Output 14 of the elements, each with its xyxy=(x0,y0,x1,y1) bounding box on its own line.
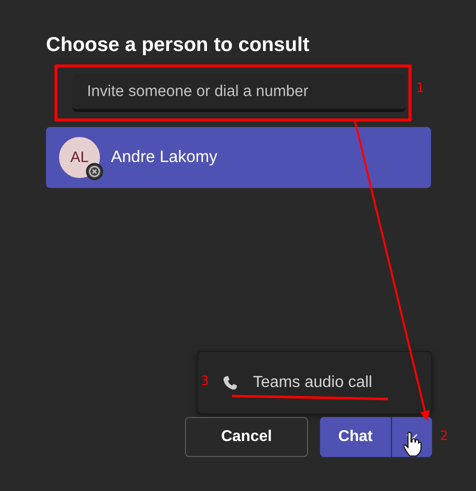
chevron-icon xyxy=(406,433,418,441)
person-name: Andre Lakomy xyxy=(111,148,218,167)
annotation-number: 1 xyxy=(416,81,424,96)
hand-cursor-icon xyxy=(402,431,422,457)
phone-icon xyxy=(222,374,238,390)
dialog-title: Choose a person to consult xyxy=(46,33,310,58)
annotation-number: 2 xyxy=(440,429,448,444)
menu-item[interactable]: Teams audio call xyxy=(222,374,372,392)
status-icon xyxy=(86,163,103,180)
chat-button[interactable]: Chat xyxy=(320,417,391,457)
cancel-button[interactable]: Cancel xyxy=(185,417,308,457)
person-card[interactable]: AL Andre Lakomy xyxy=(46,127,431,188)
annotation-number: 3 xyxy=(201,374,209,389)
search-field[interactable]: Invite someone or dial a number xyxy=(72,74,406,112)
